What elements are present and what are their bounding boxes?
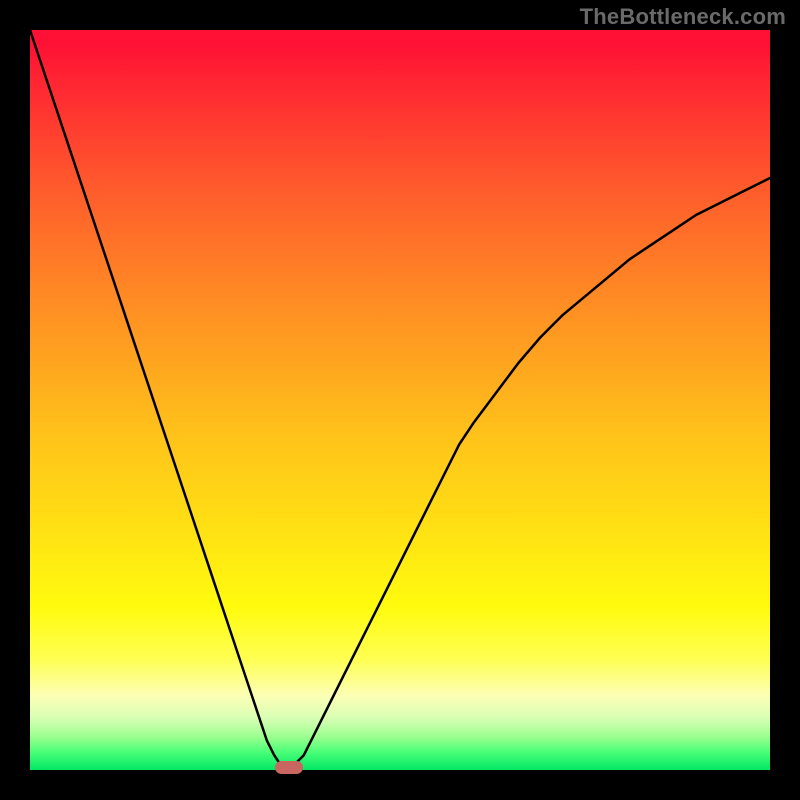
watermark-text: TheBottleneck.com [580,4,786,30]
chart-frame: TheBottleneck.com [0,0,800,800]
bottleneck-curve [30,30,770,770]
plot-area [30,30,770,770]
optimal-point-marker [275,761,303,774]
